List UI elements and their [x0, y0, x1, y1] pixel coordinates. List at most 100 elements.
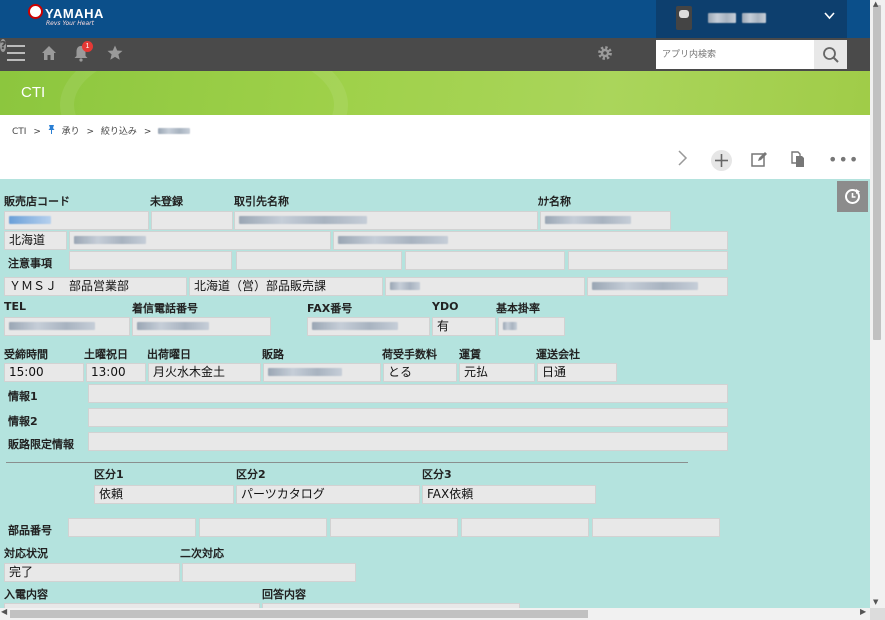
category3-field[interactable]: FAX依頼: [422, 485, 596, 504]
horizontal-scroll-thumb[interactable]: [10, 610, 588, 618]
holiday-field[interactable]: 13:00: [86, 363, 146, 382]
section-divider: [6, 462, 688, 463]
notes-field-3[interactable]: [405, 251, 565, 270]
label-category1: 区分1: [94, 468, 124, 481]
label-unregistered: 未登録: [150, 195, 183, 208]
scroll-up-arrow-icon[interactable]: ▲: [873, 0, 878, 8]
search-button[interactable]: [814, 40, 847, 69]
hamburger-icon[interactable]: [7, 45, 25, 63]
logo-text: YAMAHA: [28, 6, 104, 21]
freight-field[interactable]: 元払: [459, 363, 535, 382]
question-icon[interactable]: ?: [0, 39, 7, 52]
label-dealer-code: 販売店コード: [4, 195, 70, 208]
user-avatar: [676, 6, 692, 30]
notification-badge: 1: [82, 41, 93, 52]
label-incoming-tel: 着信電話番号: [132, 302, 198, 315]
breadcrumb-item-cti[interactable]: CTI: [12, 127, 26, 137]
label-part-number: 部品番号: [8, 524, 52, 537]
company-field[interactable]: ＹＭＳＪ 部品営業部: [4, 277, 187, 296]
region-field[interactable]: 北海道: [4, 231, 67, 250]
label-call-content: 入電内容: [4, 588, 48, 601]
label-category3: 区分3: [422, 468, 452, 481]
unregistered-field[interactable]: [151, 211, 233, 230]
label-cutoff-time: 受締時間: [4, 348, 48, 361]
part-number-field-1[interactable]: [68, 518, 196, 537]
breadcrumb-item-redacted[interactable]: [158, 128, 191, 134]
tel-field[interactable]: [4, 317, 130, 336]
label-info2: 情報2: [8, 415, 38, 428]
incoming-tel-field[interactable]: [132, 317, 271, 336]
gear-icon[interactable]: [596, 44, 614, 67]
carrier-field[interactable]: 日通: [537, 363, 617, 382]
label-fax: FAX番号: [307, 302, 353, 315]
edit-icon[interactable]: [750, 150, 768, 172]
category1-field[interactable]: 依頼: [94, 485, 234, 504]
ship-days-field[interactable]: 月火水木金土: [148, 363, 261, 382]
ydo-field[interactable]: 有: [432, 317, 496, 336]
part-number-field-2[interactable]: [199, 518, 327, 537]
kana-name-field[interactable]: [540, 211, 671, 230]
search-input[interactable]: [656, 40, 814, 69]
page-title: CTI: [21, 84, 46, 101]
label-ship-days: 出荷曜日: [147, 348, 191, 361]
breadcrumb-item-filter[interactable]: 絞り込み: [101, 127, 137, 137]
department-field[interactable]: 北海道（営）部品販売課: [189, 277, 383, 296]
category2-field[interactable]: パーツカタログ: [236, 485, 420, 504]
breadcrumb: CTI > 承り > 絞り込み >: [12, 124, 194, 137]
breadcrumb-separator: >: [86, 127, 95, 137]
handling-fee-field[interactable]: とる: [383, 363, 457, 382]
address-field[interactable]: [333, 231, 728, 250]
label-base-rate: 基本掛率: [496, 302, 540, 315]
label-category2: 区分2: [236, 468, 266, 481]
pin-icon: [48, 125, 58, 137]
chevron-right-icon[interactable]: [677, 149, 688, 172]
label-status: 対応状況: [4, 547, 48, 560]
breadcrumb-separator: >: [143, 127, 152, 137]
star-icon[interactable]: [106, 44, 124, 67]
breadcrumb-item-uketamawari[interactable]: 承り: [62, 127, 80, 137]
info2-field[interactable]: [88, 408, 728, 427]
user-name-redacted: [708, 13, 736, 23]
plus-icon[interactable]: [711, 150, 732, 171]
label-freight: 運賃: [459, 348, 481, 361]
base-rate-field[interactable]: [498, 317, 565, 336]
part-number-field-3[interactable]: [330, 518, 458, 537]
scroll-right-arrow-icon[interactable]: ▶: [860, 607, 866, 616]
logo-tagline: Revs Your Heart: [46, 20, 94, 27]
status-field[interactable]: 完了: [4, 563, 180, 582]
brand-bar: YAMAHA Revs Your Heart: [0, 0, 870, 38]
toolbar: 1 ?: [0, 38, 870, 71]
part-number-field-5[interactable]: [592, 518, 720, 537]
label-partner-name: 取引先名称: [234, 195, 289, 208]
label-ydo: YDO: [432, 300, 459, 313]
label-handling-fee: 荷受手数料: [382, 348, 437, 361]
more-icon[interactable]: •••: [828, 150, 859, 169]
user-org-redacted: [742, 13, 766, 23]
notes-field-4[interactable]: [568, 251, 728, 270]
route-field[interactable]: [263, 363, 381, 382]
notes-field-1[interactable]: [69, 251, 232, 270]
scroll-left-arrow-icon[interactable]: ◀: [1, 607, 7, 616]
reload-button[interactable]: [837, 181, 868, 212]
copy-icon[interactable]: [789, 150, 807, 172]
cutoff-time-field[interactable]: 15:00: [4, 363, 84, 382]
part-number-field-4[interactable]: [461, 518, 589, 537]
city-field[interactable]: [69, 231, 331, 250]
partner-name-field[interactable]: [234, 211, 538, 230]
label-tel: TEL: [4, 300, 27, 313]
staff-field[interactable]: [385, 277, 585, 296]
label-info1: 情報1: [8, 390, 38, 403]
notes-field-2[interactable]: [236, 251, 402, 270]
scroll-down-arrow-icon[interactable]: ▼: [873, 598, 878, 606]
email-field[interactable]: [587, 277, 728, 296]
info1-field[interactable]: [88, 384, 728, 403]
fax-field[interactable]: [307, 317, 430, 336]
route-limit-field[interactable]: [88, 432, 728, 451]
dealer-code-field[interactable]: [4, 211, 149, 230]
home-icon[interactable]: [40, 44, 58, 67]
secondary-field[interactable]: [182, 563, 356, 582]
chevron-down-icon[interactable]: [824, 9, 835, 23]
yamaha-logo[interactable]: YAMAHA Revs Your Heart: [28, 4, 104, 27]
vertical-scroll-thumb[interactable]: [873, 5, 881, 340]
user-menu[interactable]: [656, 0, 847, 38]
